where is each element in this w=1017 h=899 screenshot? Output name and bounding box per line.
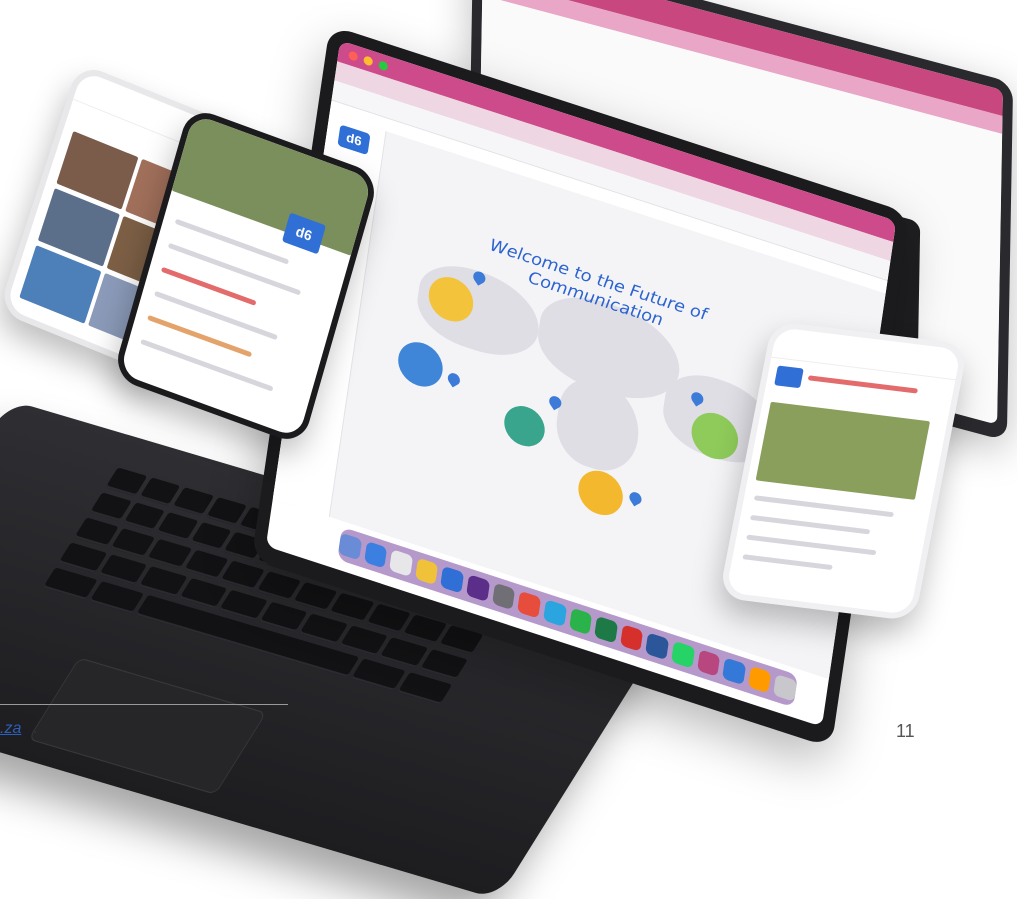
feed-line bbox=[154, 290, 278, 341]
notes-icon[interactable] bbox=[389, 549, 414, 577]
person-avatar bbox=[575, 464, 626, 522]
zoom-icon[interactable] bbox=[722, 657, 746, 686]
laptop-phones-illustration: d6 Welcome to the Future of Communicatio… bbox=[0, 0, 1017, 899]
minimize-dot-icon bbox=[363, 54, 374, 67]
ps-icon[interactable] bbox=[696, 649, 721, 677]
close-dot-icon bbox=[348, 49, 359, 62]
files-icon[interactable] bbox=[414, 557, 439, 586]
person-avatar bbox=[501, 400, 548, 452]
feed-line bbox=[807, 375, 919, 394]
app-store-icon[interactable] bbox=[440, 565, 465, 594]
person-avatar bbox=[395, 336, 446, 393]
pdf-icon[interactable] bbox=[619, 624, 644, 652]
feed-line bbox=[167, 242, 302, 296]
trash-icon[interactable] bbox=[773, 674, 798, 702]
footer-rule bbox=[0, 704, 288, 705]
excel-icon[interactable] bbox=[594, 615, 618, 644]
location-pin-icon bbox=[626, 490, 644, 507]
feed-line bbox=[753, 495, 895, 518]
footer-link[interactable]: .za bbox=[0, 720, 21, 738]
ae-icon[interactable] bbox=[466, 574, 490, 602]
feed-photo bbox=[755, 401, 931, 500]
whatsapp-icon[interactable] bbox=[671, 640, 695, 669]
finder-icon[interactable] bbox=[338, 532, 362, 561]
illustrator-icon[interactable] bbox=[747, 665, 772, 694]
location-pin-icon bbox=[445, 371, 463, 388]
footer-link-suffix: . bbox=[33, 720, 38, 737]
feed-line bbox=[746, 534, 877, 556]
safari-icon[interactable] bbox=[363, 540, 388, 569]
maximize-dot-icon bbox=[378, 59, 389, 72]
browser-icon[interactable] bbox=[542, 599, 567, 627]
feed-line bbox=[140, 338, 274, 392]
feed-line bbox=[742, 554, 833, 571]
messages-icon[interactable] bbox=[568, 607, 593, 636]
page-number: 11 bbox=[896, 721, 915, 741]
phone-logo-icon bbox=[774, 365, 804, 389]
feed-line bbox=[749, 514, 871, 535]
word-icon[interactable] bbox=[645, 632, 670, 661]
chrome-icon[interactable] bbox=[517, 590, 542, 619]
settings-icon[interactable] bbox=[491, 582, 516, 611]
app-logo: d6 bbox=[337, 124, 371, 156]
